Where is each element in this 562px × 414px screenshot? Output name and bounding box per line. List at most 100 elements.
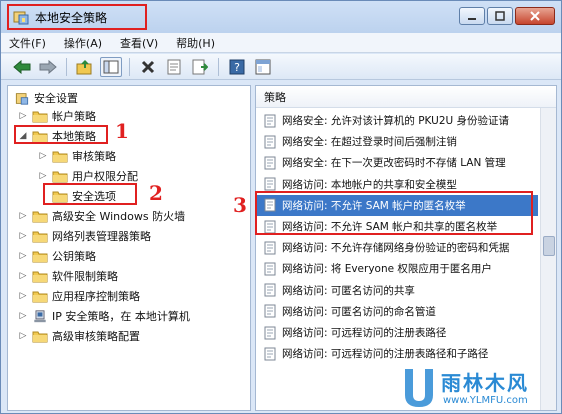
policy-row[interactable]: 网络安全: 允许对该计算机的 PKU2U 身份验证请 [256, 110, 538, 131]
policy-row[interactable]: 网络访问: 将 Everyone 权限应用于匿名用户 [256, 258, 538, 279]
expand-arrow-icon[interactable]: ▷ [38, 151, 48, 161]
tree-item[interactable]: ▷安全选项 [38, 186, 116, 206]
menu-view[interactable]: 查看(V) [120, 35, 158, 51]
policy-setting-icon [264, 304, 276, 318]
delete-button[interactable] [137, 57, 159, 77]
tree-item[interactable]: ▷ 审核策略 [38, 146, 116, 166]
expand-arrow-icon[interactable]: ▷ [38, 171, 48, 181]
expand-arrow-icon[interactable]: ▷ [18, 251, 28, 261]
policy-row[interactable]: 网络访问: 不允许存储网络身份验证的密码和凭据 [256, 237, 538, 258]
tree-item[interactable]: ▷ 高级安全 Windows 防火墙 [18, 206, 186, 226]
policy-row[interactable]: 网络访问: 本地帐户的共享和安全模型 [256, 174, 538, 195]
policy-row[interactable]: 网络安全: 在超过登录时间后强制注销 [256, 131, 538, 152]
title-bar: 本地安全策略 [1, 1, 561, 33]
maximize-button[interactable] [487, 7, 513, 25]
toolbar-separator [218, 57, 219, 76]
up-level-button[interactable] [74, 57, 96, 77]
policy-label: 网络访问: 可远程访问的注册表路径 [282, 327, 447, 339]
tree-item[interactable]: ▷ 应用程序控制策略 [18, 286, 140, 306]
policy-setting-icon [264, 347, 276, 361]
policy-row[interactable]: 网络访问: 可匿名访问的共享 [256, 280, 538, 301]
folder-up-icon [76, 59, 92, 74]
expand-arrow-icon[interactable]: ▷ [18, 331, 28, 341]
expand-arrow-icon[interactable]: ▷ [18, 311, 28, 321]
maximize-icon [495, 11, 505, 21]
forward-button[interactable] [37, 57, 59, 77]
tree-item-label: 高级审核策略配置 [52, 330, 140, 343]
close-button[interactable] [515, 7, 555, 25]
folder-icon [52, 191, 68, 202]
policy-column-header[interactable]: 策略 [256, 86, 556, 108]
menu-action[interactable]: 操作(A) [64, 35, 102, 51]
tree-item[interactable]: ▷ IP 安全策略，在 本地计算机 [18, 306, 190, 326]
properties-button[interactable] [163, 57, 185, 77]
policy-row[interactable]: 网络访问: 不允许 SAM 帐户的匿名枚举 [256, 194, 538, 216]
tree-item[interactable]: ▷ 网络列表管理器策略 [18, 226, 151, 246]
policy-setting-icon [264, 135, 276, 149]
expand-arrow-icon[interactable]: ▷ [18, 231, 28, 241]
console-tree-icon [103, 60, 119, 73]
policy-row[interactable]: 网络访问: 不允许 SAM 帐户和共享的匿名枚举 [256, 216, 538, 237]
tree-item[interactable]: ▷ 帐户策略 [18, 106, 96, 126]
tree-item-label: 应用程序控制策略 [52, 290, 140, 303]
policy-row[interactable]: 网络安全: 在下一次更改密码时不存储 LAN 管理 [256, 152, 538, 173]
toolbar-separator [66, 57, 67, 76]
folder-icon [32, 291, 48, 302]
export-list-button[interactable] [189, 57, 211, 77]
title-highlight: 本地安全策略 [7, 4, 147, 30]
policy-row[interactable]: 网络访问: 可远程访问的注册表路径 [256, 322, 538, 343]
tree-item-label: 高级安全 Windows 防火墙 [52, 210, 186, 223]
policy-label: 网络访问: 可匿名访问的命名管道 [282, 305, 436, 318]
folder-icon [52, 171, 68, 182]
console-view-button[interactable] [252, 57, 274, 77]
console-view-icon [255, 59, 271, 74]
expand-arrow-icon[interactable]: ▷ [18, 291, 28, 301]
tree-item[interactable]: ▷ 高级审核策略配置 [18, 326, 140, 346]
policy-label: 网络访问: 不允许 SAM 帐户的匿名枚举 [282, 199, 466, 212]
tree-item-label: 软件限制策略 [52, 270, 118, 283]
policy-label: 网络访问: 本地帐户的共享和安全模型 [282, 178, 457, 191]
toolbar-separator [129, 57, 130, 76]
policy-setting-icon [264, 283, 276, 297]
close-icon [530, 11, 540, 21]
folder-icon [32, 251, 48, 262]
svg-text:?: ? [234, 61, 240, 74]
policy-setting-icon [264, 198, 276, 212]
watermark-title: 雨林木风 [441, 371, 529, 395]
policy-label: 网络安全: 允许对该计算机的 PKU2U 身份验证请 [282, 115, 510, 127]
tree-item[interactable]: ▷ 用户权限分配 [38, 166, 138, 186]
tree-item[interactable]: ◢ 本地策略 [18, 126, 96, 146]
menu-bar: 文件(F) 操作(A) 查看(V) 帮助(H) [1, 33, 561, 53]
menu-file[interactable]: 文件(F) [9, 35, 46, 51]
show-hide-tree-button[interactable] [100, 56, 122, 77]
tree-item[interactable]: ▷ 软件限制策略 [18, 266, 118, 286]
folder-icon [32, 231, 48, 242]
folder-icon [32, 131, 48, 142]
tree-item-label: IP 安全策略，在 本地计算机 [52, 310, 190, 323]
minimize-icon [468, 18, 476, 20]
expand-arrow-icon[interactable]: ▷ [18, 271, 28, 281]
policy-label: 网络访问: 可匿名访问的共享 [282, 284, 415, 297]
local-security-policy-icon [13, 11, 29, 25]
expand-arrow-icon[interactable]: ▷ [18, 111, 28, 121]
help-button[interactable]: ? [226, 57, 248, 77]
window-title: 本地安全策略 [35, 10, 108, 25]
annotation-number-3: 3 [233, 193, 247, 217]
policy-label: 网络安全: 在下一次更改密码时不存储 LAN 管理 [282, 157, 506, 170]
collapse-arrow-icon[interactable]: ◢ [18, 131, 28, 141]
policy-row[interactable]: 网络访问: 可远程访问的注册表路径和子路径 [256, 343, 538, 364]
expand-arrow-icon[interactable]: ▷ [18, 211, 28, 221]
watermark-logo: 雨林木风 www.YLMFU.com [399, 365, 559, 411]
minimize-button[interactable] [459, 7, 485, 25]
tree-item[interactable]: ▷ 公钥策略 [18, 246, 96, 266]
menu-help[interactable]: 帮助(H) [176, 35, 215, 51]
back-button[interactable] [11, 57, 33, 77]
security-settings-icon [15, 92, 29, 105]
annotation-number-2: 2 [149, 181, 163, 205]
folder-icon [52, 151, 68, 162]
policy-row[interactable]: 网络访问: 可匿名访问的命名管道 [256, 301, 538, 322]
app-window: 本地安全策略 文件(F) 操作(A) 查看(V) 帮助(H) ? 安全设置 ▷ … [0, 0, 562, 414]
scrollbar-thumb[interactable] [543, 236, 555, 256]
tree-item-label: 安全选项 [72, 190, 116, 203]
tree-root[interactable]: 安全设置 [14, 88, 78, 108]
